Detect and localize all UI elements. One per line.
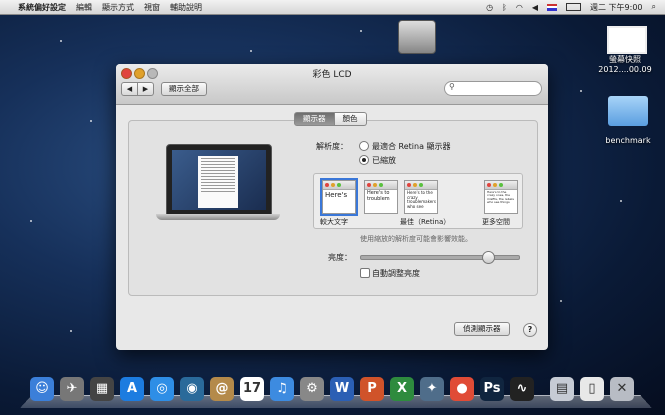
search-icon: ⚲ <box>449 82 455 91</box>
performance-hint: 使用縮放的解析度可能會影響效能。 <box>360 235 472 243</box>
dock-app-store-icon[interactable]: A <box>120 377 144 401</box>
show-all-button[interactable]: 顯示全部 <box>161 82 207 96</box>
hard-drive-icon[interactable] <box>398 20 436 54</box>
dock-contacts-icon[interactable]: @ <box>210 377 234 401</box>
dock-system-preferences-icon[interactable]: ⚙ <box>300 377 324 401</box>
dock-excel-icon[interactable]: X <box>390 377 414 401</box>
scale-option-3[interactable]: Here's to the crazy troublemakers who se… <box>404 180 438 214</box>
scale-option-more-space[interactable]: Here's to the crazy ones, the misfits, t… <box>484 180 518 214</box>
dock-safari-icon[interactable]: ◎ <box>150 377 174 401</box>
scale-options: Here's Here's to troublem Here's to the … <box>313 173 523 229</box>
scale-option-larger-text[interactable]: Here's <box>320 178 358 216</box>
menu-edit[interactable]: 編輯 <box>76 2 92 13</box>
window-titlebar: 彩色 LCD ◀ ▶ 顯示全部 ⚲ <box>116 64 548 105</box>
menubar-clock[interactable]: 週二 下午9:00 <box>590 2 643 13</box>
scale-label-best: 最佳（Retina） <box>400 218 451 226</box>
dock-powerpoint-icon[interactable]: P <box>360 377 384 401</box>
dock-facetime-icon[interactable]: ◉ <box>180 377 204 401</box>
folder-icon[interactable] <box>608 96 648 126</box>
radio-best-for-retina-label[interactable]: 最適合 Retina 顯示器 <box>372 141 451 152</box>
menubar: 系統偏好設定 編輯 顯示方式 視窗 輔助說明 ◷ ᛒ ◠ ◀ 週二 下午9:00… <box>0 0 665 15</box>
detect-displays-button[interactable]: 偵測顯示器 <box>454 322 510 336</box>
menu-help[interactable]: 輔助說明 <box>170 2 202 13</box>
tab-color[interactable]: 顏色 <box>334 112 367 126</box>
scale-option-2[interactable]: Here's to troublem <box>364 180 398 214</box>
dock-file-stack-icon[interactable]: ▯ <box>580 377 604 401</box>
dock-trash-icon[interactable]: ✕ <box>610 377 634 401</box>
forward-button[interactable]: ▶ <box>138 82 154 96</box>
scale-label-more-space: 更多空間 <box>482 218 510 226</box>
radio-scaled-label[interactable]: 已縮放 <box>372 155 396 166</box>
dock-chrome-icon[interactable]: ● <box>450 377 474 401</box>
macbook-illustration <box>156 144 280 224</box>
resolution-label: 解析度： <box>316 142 348 151</box>
menu-app-name[interactable]: 系統偏好設定 <box>18 2 66 13</box>
navigation-buttons: ◀ ▶ <box>121 82 154 96</box>
brightness-label: 亮度： <box>328 253 352 262</box>
dock-finder-icon[interactable]: ☺ <box>30 377 54 401</box>
wifi-icon[interactable]: ◠ <box>516 3 523 12</box>
system-preferences-window: 彩色 LCD ◀ ▶ 顯示全部 ⚲ 顯示器 顏色 解析度： 最適合 Retina… <box>116 64 548 350</box>
tab-display[interactable]: 顯示器 <box>294 112 335 126</box>
menu-window[interactable]: 視窗 <box>144 2 160 13</box>
radio-scaled[interactable] <box>359 155 369 165</box>
dock-mission-control-icon[interactable]: ▦ <box>90 377 114 401</box>
time-machine-icon[interactable]: ◷ <box>486 3 493 12</box>
dock-itunes-icon[interactable]: ♫ <box>270 377 294 401</box>
scale-label-larger: 較大文字 <box>320 218 348 226</box>
dock-photoshop-icon[interactable]: Ps <box>480 377 504 401</box>
dock-satellite-icon[interactable]: ✦ <box>420 377 444 401</box>
spotlight-icon[interactable]: ⌕ <box>652 2 656 12</box>
dock-activity-monitor-icon[interactable]: ∿ <box>510 377 534 401</box>
dock-documents-stack-icon[interactable]: ▤ <box>550 377 574 401</box>
flag-icon[interactable] <box>547 3 557 11</box>
help-button[interactable]: ? <box>523 323 537 337</box>
dock-calendar-icon[interactable]: 17 <box>240 377 264 401</box>
dock-word-icon[interactable]: W <box>330 377 354 401</box>
battery-icon[interactable] <box>566 3 581 11</box>
brightness-slider-knob[interactable] <box>481 251 495 264</box>
auto-brightness-checkbox[interactable] <box>360 268 370 278</box>
brightness-slider[interactable] <box>360 251 520 264</box>
auto-brightness-label[interactable]: 自動調整亮度 <box>372 268 420 279</box>
folder-label[interactable]: benchmark <box>596 136 660 145</box>
window-title: 彩色 LCD <box>312 70 352 80</box>
screenshot-thumbnail-icon[interactable] <box>607 26 647 54</box>
bluetooth-icon[interactable]: ᛒ <box>502 3 507 12</box>
dock: ☺ ✈ ▦ A ◎ ◉ @17 ♫ ⚙ W P X ✦ ● Ps ∿ ▤ ▯ ✕ <box>20 373 652 409</box>
menu-view[interactable]: 顯示方式 <box>102 2 134 13</box>
search-input[interactable]: ⚲ <box>444 81 542 96</box>
screenshot-label[interactable]: 螢幕快照 2012....00.09 <box>592 54 658 74</box>
volume-icon[interactable]: ◀ <box>532 3 538 12</box>
back-button[interactable]: ◀ <box>121 82 138 96</box>
radio-best-for-retina[interactable] <box>359 141 369 151</box>
tab-bar: 顯示器 顏色 <box>294 112 367 126</box>
dock-launchpad-icon[interactable]: ✈ <box>60 377 84 401</box>
